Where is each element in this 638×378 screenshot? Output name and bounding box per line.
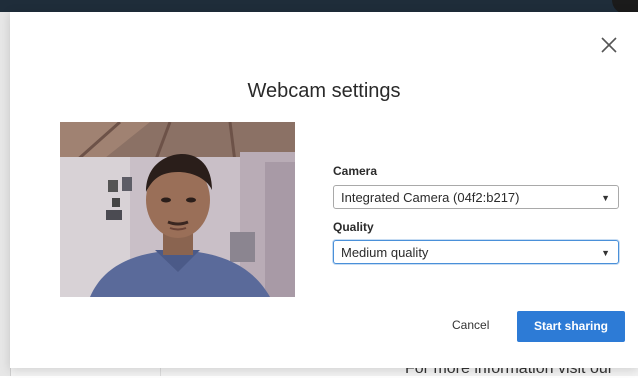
camera-label: Camera [333,164,378,178]
quality-select[interactable]: Medium quality ▼ [333,240,619,264]
close-button[interactable] [598,34,620,56]
modal-title: Webcam settings [247,80,401,102]
start-sharing-button[interactable]: Start sharing [517,311,625,342]
cancel-button[interactable]: Cancel [452,318,489,332]
webcam-preview [60,122,295,297]
webcam-settings-modal: Webcam settings Camera Integrated Camera… [10,12,638,368]
close-icon [601,37,617,53]
dropdown-arrow-icon: ▼ [601,248,610,258]
camera-select-value: Integrated Camera (04f2:b217) [341,190,520,205]
dropdown-arrow-icon: ▼ [601,193,610,203]
quality-label: Quality [333,220,374,234]
camera-select[interactable]: Integrated Camera (04f2:b217) ▼ [333,185,619,209]
background-topbar [0,0,638,12]
quality-select-value: Medium quality [341,245,429,260]
